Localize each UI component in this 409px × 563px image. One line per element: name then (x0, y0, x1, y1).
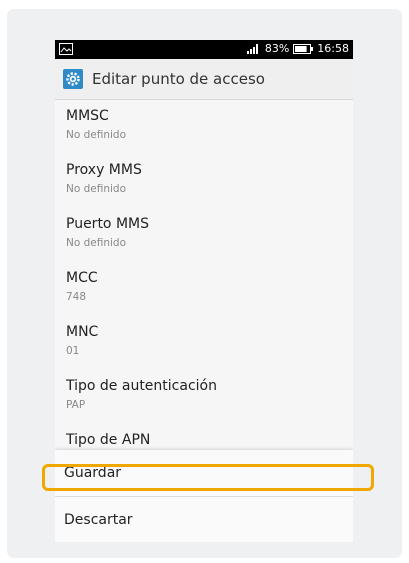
clock: 16:58 (317, 42, 349, 55)
setting-value: 01 (66, 345, 80, 357)
setting-label: MCC (66, 270, 98, 286)
gallery-notification-icon (59, 43, 73, 55)
discard-menu-item[interactable]: Descartar (55, 497, 353, 542)
setting-mcc[interactable]: MCC 748 (55, 262, 353, 316)
highlight-box (42, 464, 374, 491)
settings-gear-icon[interactable] (63, 69, 83, 89)
setting-label: MMSC (66, 108, 109, 124)
setting-puerto-mms[interactable]: Puerto MMS No definido (55, 208, 353, 262)
action-bar: Editar punto de acceso (55, 59, 353, 100)
setting-label: Proxy MMS (66, 162, 142, 178)
setting-value: No definido (66, 183, 127, 195)
setting-label: Tipo de APN (66, 432, 151, 448)
status-bar: 83% 16:58 (55, 40, 353, 59)
setting-label: MNC (66, 324, 99, 340)
setting-mmsc[interactable]: MMSC No definido (55, 100, 353, 154)
setting-tipo-autenticacion[interactable]: Tipo de autenticación PAP (55, 370, 353, 424)
setting-value: 748 (66, 291, 87, 303)
setting-proxy-mms[interactable]: Proxy MMS No definido (55, 154, 353, 208)
setting-label: Puerto MMS (66, 216, 149, 232)
setting-value: No definido (66, 237, 127, 249)
setting-value: No definido (66, 129, 127, 141)
setting-mnc[interactable]: MNC 01 (55, 316, 353, 370)
battery-percent: 83% (264, 42, 290, 55)
discard-label: Descartar (64, 511, 133, 528)
signal-icon (246, 44, 258, 54)
battery-icon (293, 43, 314, 54)
setting-value: PAP (66, 399, 86, 411)
setting-label: Tipo de autenticación (66, 378, 217, 394)
screen-title: Editar punto de acceso (92, 70, 265, 88)
